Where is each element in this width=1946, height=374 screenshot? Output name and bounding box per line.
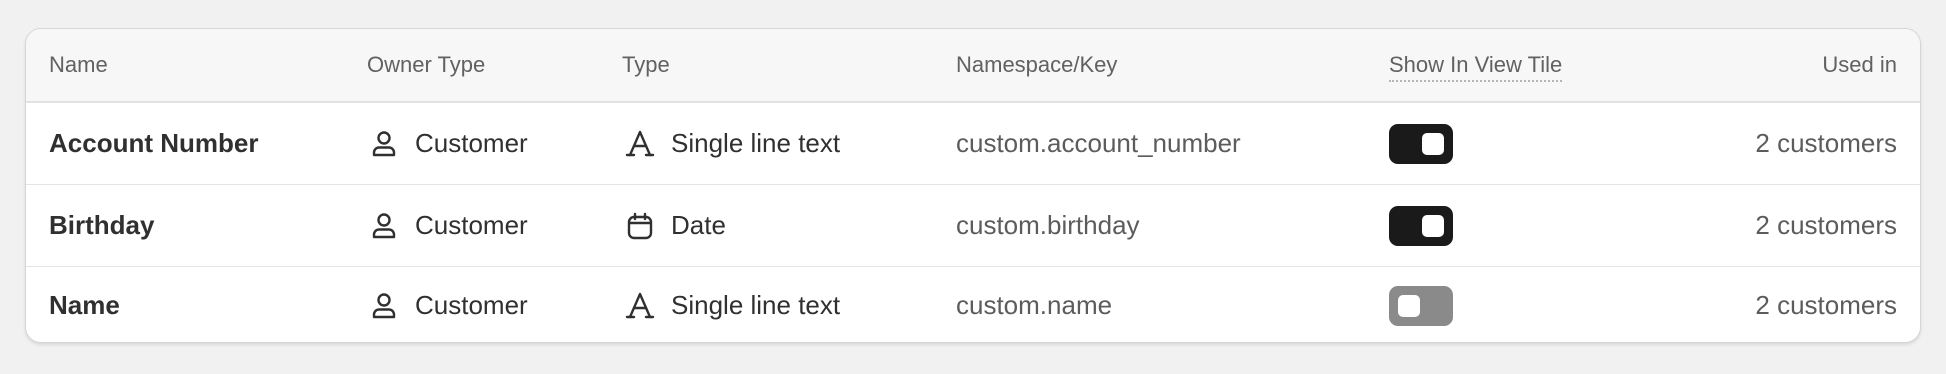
table-row[interactable]: Account Number Customer Single line text… [26, 102, 1920, 184]
namespace-key: custom.account_number [956, 128, 1241, 158]
person-icon [367, 289, 401, 323]
show-in-view-tile-toggle[interactable] [1389, 205, 1453, 246]
person-icon [367, 209, 401, 243]
column-header-name[interactable]: Name [49, 29, 108, 101]
column-header-owner-type[interactable]: Owner Type [367, 29, 485, 101]
column-header-show-in-view-tile[interactable]: Show In View Tile [1389, 29, 1563, 101]
definition-name[interactable]: Birthday [49, 210, 154, 241]
show-in-view-tile-toggle[interactable] [1389, 285, 1453, 326]
definition-name[interactable]: Name [49, 290, 120, 321]
field-type: Single line text [671, 128, 841, 158]
person-icon [367, 127, 401, 161]
column-header-namespace-key[interactable]: Namespace/Key [956, 29, 1117, 101]
toggle-knob [1422, 132, 1444, 155]
toggle-knob [1398, 294, 1420, 317]
table-row[interactable]: Name Customer Single line text custom.na… [26, 266, 1920, 342]
column-header-owner-type-label: Owner Type [367, 52, 486, 77]
column-header-namespace-key-label: Namespace/Key [956, 52, 1118, 77]
used-in-count[interactable]: 2 customers [1755, 290, 1897, 321]
definition-name[interactable]: Account Number [49, 128, 258, 159]
field-type: Single line text [671, 290, 841, 320]
text-format-icon [623, 289, 657, 323]
used-in-count[interactable]: 2 customers [1755, 210, 1897, 241]
namespace-key: custom.name [956, 290, 1113, 320]
column-header-name-label: Name [49, 52, 108, 77]
column-header-used-in-label: Used in [1822, 52, 1897, 77]
metafield-definitions-table: Name Owner Type Type Namespace/Key Show … [25, 28, 1921, 343]
table-row[interactable]: Birthday Customer Date custom.birthday 2… [26, 184, 1920, 266]
namespace-key: custom.birthday [956, 210, 1140, 240]
show-in-view-tile-toggle[interactable] [1389, 123, 1453, 164]
table-header: Name Owner Type Type Namespace/Key Show … [26, 29, 1920, 102]
column-header-type[interactable]: Type [622, 29, 670, 101]
column-header-show-in-view-tile-label[interactable]: Show In View Tile [1389, 52, 1563, 82]
column-header-used-in[interactable]: Used in [1822, 29, 1897, 101]
field-type: Date [671, 210, 726, 240]
owner-type: Customer [415, 128, 528, 158]
calendar-icon [623, 209, 657, 243]
toggle-knob [1422, 214, 1444, 237]
owner-type: Customer [415, 210, 528, 240]
used-in-count[interactable]: 2 customers [1755, 128, 1897, 159]
owner-type: Customer [415, 290, 528, 320]
text-format-icon [623, 127, 657, 161]
column-header-type-label: Type [622, 52, 670, 77]
